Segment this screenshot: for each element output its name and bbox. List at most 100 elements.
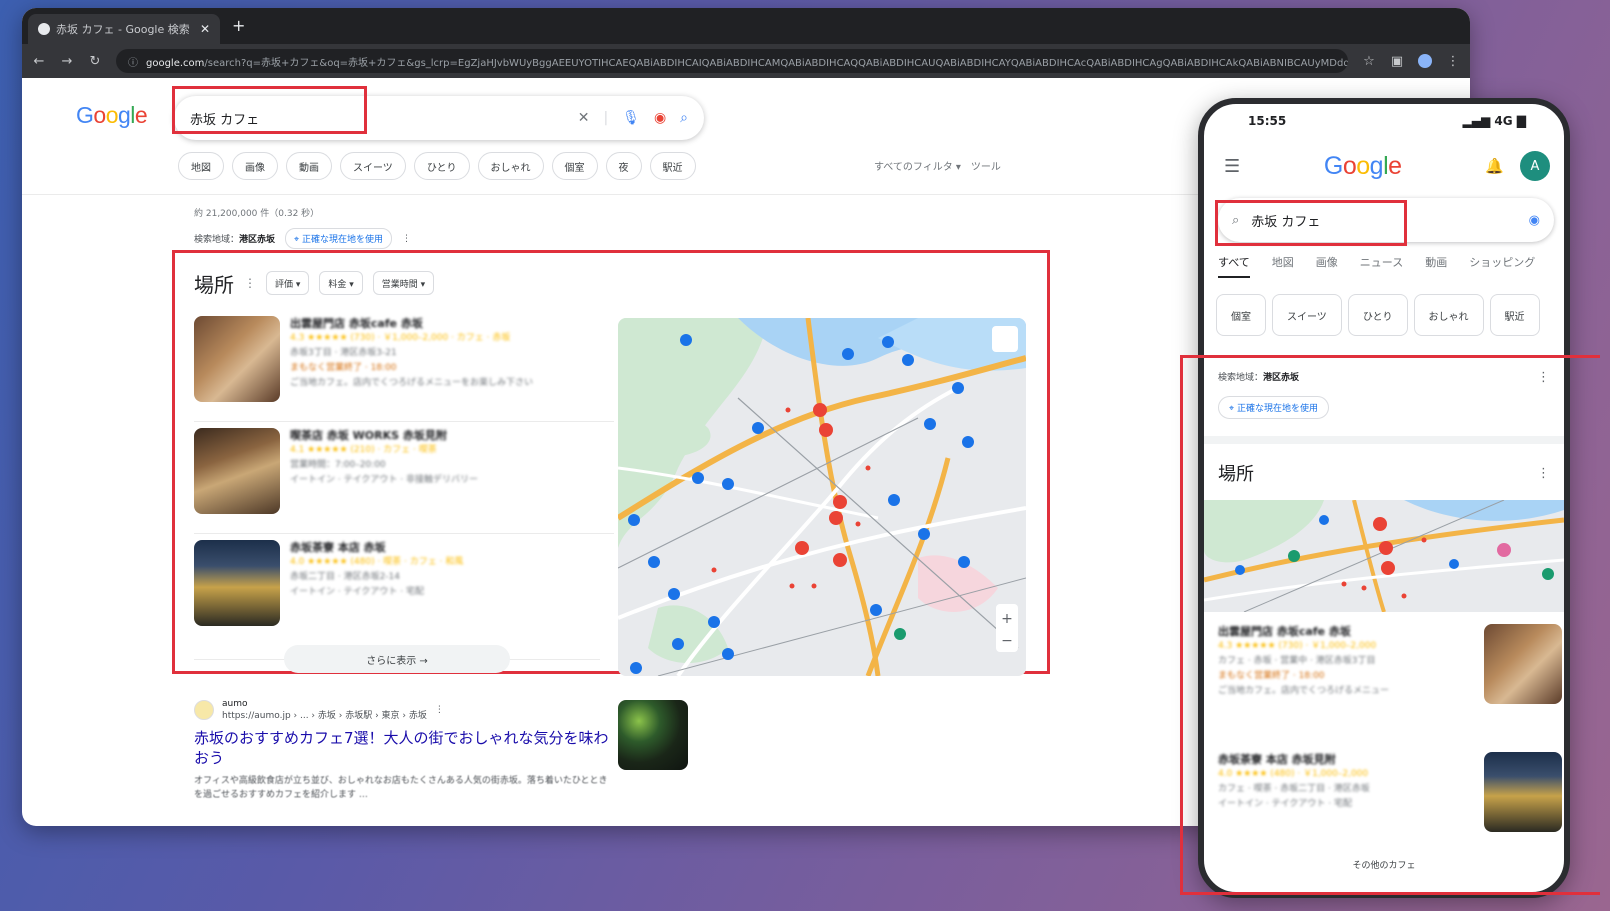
site-name: aumo [222, 699, 248, 709]
place-thumbnail[interactable] [194, 540, 280, 626]
site-breadcrumb: https://aumo.jp › ... › 赤坂 › 赤坂駅 › 東京 › … [222, 711, 427, 721]
chip-2[interactable]: 動画 [286, 152, 332, 180]
avatar[interactable]: A [1520, 151, 1550, 181]
use-precise-location-label: 正確な現在地を使用 [301, 235, 383, 245]
highlight-box-mobile-search [1215, 200, 1407, 246]
web-result-thumbnail[interactable] [618, 700, 688, 770]
site-info-icon[interactable]: ⓘ [128, 54, 138, 69]
chip-6[interactable]: 個室 [551, 152, 598, 180]
web-result-snippet: オフィスや高級飲食店が立ち並び、おしゃれなお店もたくさんある人気の街赤坂。落ち着… [194, 776, 608, 800]
web-result-source[interactable]: aumo https://aumo.jp › ... › 赤坂 › 赤坂駅 › … [194, 698, 614, 722]
map-graphic[interactable]: + − [618, 318, 1026, 676]
chip-7[interactable]: 夜 [605, 152, 642, 180]
search-icon[interactable]: ⌕ [680, 110, 688, 126]
browser-toolbar: ← → ↻ ⓘ google.com/search?q=赤坂+カフェ&oq=赤坂… [22, 44, 1470, 78]
filters-right: すべてのフィルタ ▾ ツール [874, 158, 1001, 173]
info-icon[interactable]: ⋮ [244, 276, 256, 290]
site-favicon-icon [194, 700, 214, 720]
more-options-icon[interactable]: ⋮ [402, 234, 411, 244]
mobile-chip-2[interactable]: ひとり [1347, 294, 1408, 336]
tab-shopping[interactable]: ショッピング [1469, 254, 1535, 278]
places-map[interactable]: + − [618, 318, 1026, 676]
place-name[interactable]: 出雲屋門店 赤坂cafe 赤坂 [290, 316, 533, 331]
chip-4[interactable]: ひとり [413, 152, 470, 180]
places-title: 場所 [194, 272, 234, 297]
bell-icon[interactable]: 🔔 [1485, 157, 1504, 175]
tab-maps[interactable]: 地図 [1272, 254, 1294, 278]
chip-1[interactable]: 画像 [232, 152, 278, 180]
all-filters-button[interactable]: すべてのフィルタ ▾ [874, 158, 961, 173]
svg-text:−: − [1001, 633, 1013, 649]
address-bar[interactable]: ⓘ google.com/search?q=赤坂+カフェ&oq=赤坂+カフェ&g… [116, 49, 1348, 73]
place-item[interactable]: 出雲屋門店 赤坂cafe 赤坂 4.3 ★★★★★ (730) · ￥1,000… [194, 310, 614, 422]
place-name[interactable]: 喫茶店 赤坂 WORKS 赤坂見附 [290, 428, 478, 443]
google-logo[interactable]: Google [76, 102, 148, 129]
tab-images[interactable]: 画像 [1316, 254, 1338, 278]
place-thumbnail[interactable] [194, 316, 280, 402]
mic-icon[interactable]: 🎙 [622, 110, 640, 126]
chip-3[interactable]: スイーツ [340, 152, 406, 180]
web-result: aumo https://aumo.jp › ... › 赤坂 › 赤坂駅 › … [194, 698, 614, 802]
place-rating: 4.3 ★★★★★ (730) · ￥1,000–2,000 · カフェ · 赤… [290, 333, 511, 343]
mobile-chip-1[interactable]: スイーツ [1272, 294, 1342, 336]
url-host: google.com [146, 57, 205, 69]
clear-icon[interactable]: ✕ [578, 110, 590, 126]
price-filter[interactable]: 料金 ▾ [319, 271, 363, 295]
tab-videos[interactable]: 動画 [1425, 254, 1447, 278]
tab-all[interactable]: すべて [1218, 254, 1250, 278]
chip-5[interactable]: おしゃれ [477, 152, 544, 180]
place-rating: 4.1 ★★★★★ (210) · カフェ · 喫茶 [290, 445, 437, 455]
tab-news[interactable]: ニュース [1360, 254, 1403, 278]
use-precise-location-button[interactable]: ⌖ 正確な現在地を使用 [285, 228, 392, 249]
lens-icon[interactable]: ◉ [654, 110, 666, 126]
reload-icon[interactable]: ↻ [88, 54, 102, 69]
chip-8[interactable]: 駅近 [649, 152, 696, 180]
result-menu-icon[interactable]: ⋮ [435, 705, 444, 715]
place-address: 営業時間：7:00–20:00 [290, 460, 386, 470]
places-section: 場所 ⋮ 評価 ▾ 料金 ▾ 営業時間 ▾ 出雲屋門店 赤坂cafe 赤坂 4.… [194, 268, 614, 646]
hours-filter[interactable]: 営業時間 ▾ [372, 271, 435, 295]
place-address: 赤坂3丁目 · 港区赤坂3-21 [290, 348, 397, 358]
place-thumbnail[interactable] [194, 428, 280, 514]
mobile-chip-0[interactable]: 個室 [1216, 294, 1266, 336]
chip-0[interactable]: 地図 [178, 152, 224, 180]
place-item[interactable]: 赤坂茶寮 本店 赤坂 4.0 ★★★★★ (480) · 喫茶 · カフェ · … [194, 534, 614, 646]
place-name[interactable]: 赤坂茶寮 本店 赤坂 [290, 540, 463, 555]
mobile-chips: 個室 スイーツ ひとり おしゃれ 駅近 [1204, 278, 1564, 336]
web-result-title[interactable]: 赤坂のおすすめカフェ7選！大人の街でおしゃれな気分を味わおう [194, 728, 614, 768]
svg-text:+: + [1001, 611, 1013, 627]
menu-icon[interactable]: ☰ [1224, 156, 1240, 177]
place-desc: ご当地カフェ。店内でくつろげるメニューをお楽しみ下さい [290, 378, 534, 388]
tools-button[interactable]: ツール [971, 158, 1001, 173]
back-icon[interactable]: ← [32, 54, 46, 69]
rating-filter[interactable]: 評価 ▾ [266, 271, 310, 295]
place-desc: イートイン · テイクアウト · 非接触デリバリー [290, 475, 478, 485]
place-address: 赤坂二丁目 · 港区赤坂2-14 [290, 572, 401, 582]
lens-icon[interactable]: ◉ [1529, 213, 1540, 228]
places-header: 場所 ⋮ 評価 ▾ 料金 ▾ 営業時間 ▾ [194, 268, 614, 298]
menu-kebab-icon[interactable]: ⋮ [1446, 54, 1460, 69]
forward-icon[interactable]: → [60, 54, 74, 69]
highlight-box-mobile-places [1180, 355, 1600, 895]
mobile-chip-4[interactable]: 駅近 [1489, 294, 1540, 336]
place-item[interactable]: 喫茶店 赤坂 WORKS 赤坂見附 4.1 ★★★★★ (210) · カフェ … [194, 422, 614, 534]
google-favicon-icon [38, 23, 50, 35]
mobile-chip-3[interactable]: おしゃれ [1413, 294, 1484, 336]
results-count: 約 21,200,000 件（0.32 秒） [194, 209, 320, 219]
place-status: まもなく営業終了 · 18:00 [290, 363, 397, 373]
highlight-box-search [172, 86, 367, 134]
new-tab-button[interactable]: + [232, 16, 245, 35]
filter-chips: 地図 画像 動画 スイーツ ひとり おしゃれ 個室 夜 駅近 [178, 152, 696, 180]
place-info: 喫茶店 赤坂 WORKS 赤坂見附 4.1 ★★★★★ (210) · カフェ … [290, 428, 478, 533]
more-places-button[interactable]: さらに表示 → [284, 645, 510, 673]
url-path: /search?q=赤坂+カフェ&oq=赤坂+カフェ&gs_lcrp=EgZja… [204, 57, 1348, 69]
google-logo[interactable]: Google [1324, 152, 1402, 181]
profile-avatar-icon[interactable] [1418, 54, 1432, 68]
sidepanel-icon[interactable]: ▣ [1390, 54, 1404, 69]
close-tab-icon[interactable]: ✕ [200, 22, 210, 36]
location-line: 検索地域：港区赤坂 ⌖ 正確な現在地を使用 ⋮ [194, 228, 411, 249]
location-label: 検索地域： [194, 235, 240, 245]
browser-tab[interactable]: 赤坂 カフェ - Google 検索 ✕ [28, 14, 220, 44]
place-info: 出雲屋門店 赤坂cafe 赤坂 4.3 ★★★★★ (730) · ￥1,000… [290, 316, 533, 421]
bookmark-star-icon[interactable]: ☆ [1362, 54, 1376, 69]
